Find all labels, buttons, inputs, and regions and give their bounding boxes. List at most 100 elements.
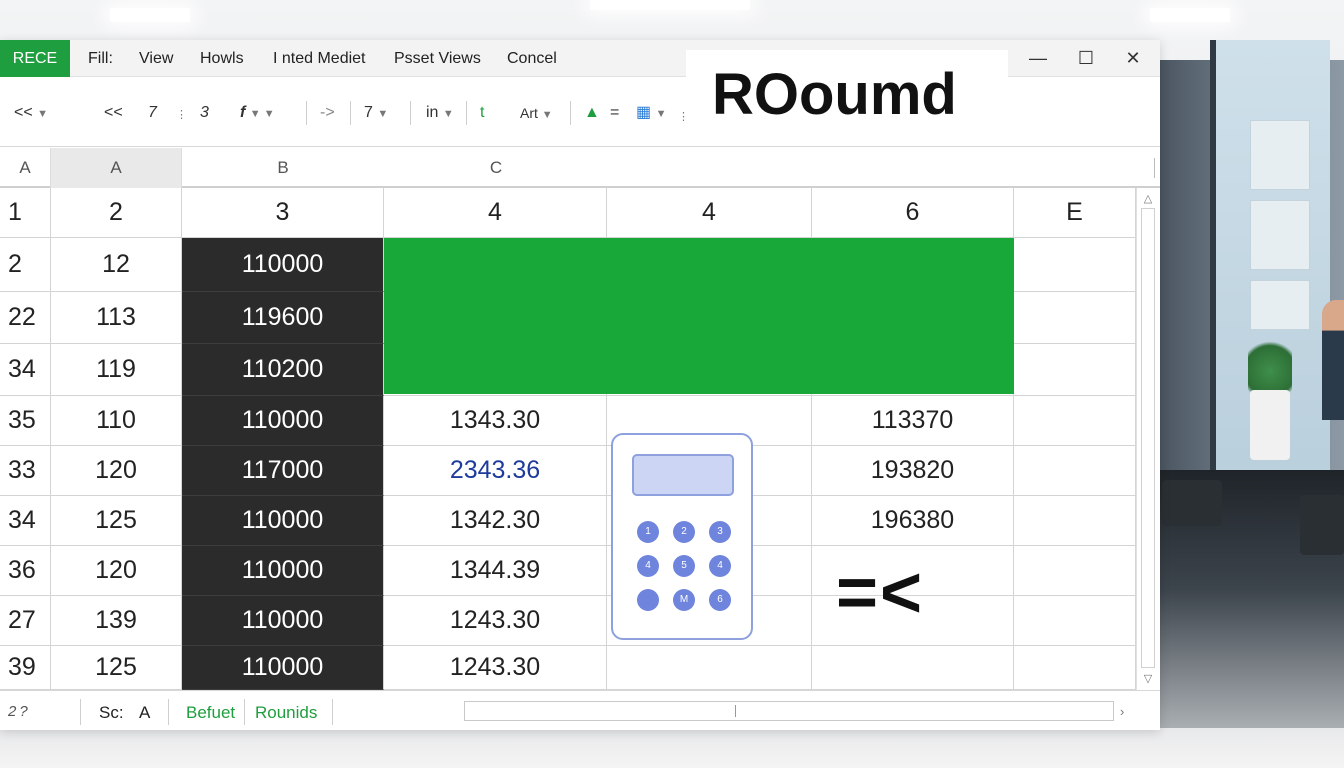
back-icon[interactable]: << ▼ (14, 103, 48, 124)
table-cell[interactable] (1014, 238, 1136, 292)
chart-icon[interactable]: ▦ ▼ (636, 103, 666, 124)
table-cell[interactable]: 119600 (182, 292, 384, 344)
table-cell[interactable]: 12 (51, 238, 182, 292)
table-cell[interactable]: 110000 (182, 596, 384, 646)
table-cell[interactable] (1014, 446, 1136, 496)
arrow-right-icon[interactable]: -> (320, 103, 335, 123)
table-cell[interactable]: 110000 (182, 546, 384, 596)
table-cell[interactable] (607, 646, 812, 690)
scroll-down-icon[interactable]: ▽ (1137, 672, 1159, 685)
table-cell[interactable]: 110000 (182, 396, 384, 446)
header-cell[interactable]: 1 (0, 188, 51, 238)
header-cell[interactable]: 3 (182, 188, 384, 238)
table-cell[interactable]: 1243.30 (384, 646, 607, 690)
insert-dropdown[interactable]: in ▼ (426, 103, 454, 124)
scroll-right-icon[interactable]: › (1120, 704, 1124, 719)
flask-icon[interactable]: ▲ (584, 103, 600, 123)
tab-sc[interactable]: Sc: (99, 703, 124, 723)
column-header[interactable]: A (0, 148, 51, 188)
maximize-icon[interactable]: ☐ (1074, 46, 1098, 70)
ceiling-light (110, 8, 190, 22)
table-cell[interactable]: 2343.36 (384, 446, 607, 496)
header-cell[interactable]: 6 (812, 188, 1014, 238)
ceiling-light (1150, 8, 1230, 22)
row-header[interactable]: 27 (0, 596, 51, 646)
table-cell[interactable]: 125 (51, 646, 182, 690)
scroll-track[interactable] (1141, 208, 1155, 668)
close-icon[interactable]: ✕ (1121, 46, 1145, 70)
table-cell[interactable]: 139 (51, 596, 182, 646)
function-icon[interactable]: f ▼ ▼ (240, 103, 275, 124)
row-header[interactable]: 34 (0, 496, 51, 546)
scroll-up-icon[interactable]: △ (1137, 192, 1159, 205)
column-header[interactable]: B (182, 148, 384, 188)
header-cell[interactable]: 4 (384, 188, 607, 238)
tab-separator (244, 699, 245, 725)
art-dropdown[interactable]: Art ▼ (520, 103, 553, 125)
table-cell[interactable] (1014, 292, 1136, 344)
table-cell[interactable] (1014, 646, 1136, 690)
header-cell[interactable]: E (1014, 188, 1136, 238)
table-cell[interactable] (1014, 396, 1136, 446)
table-cell[interactable]: 113 (51, 292, 182, 344)
table-cell[interactable]: 110 (51, 396, 182, 446)
table-cell[interactable]: 1343.30 (384, 396, 607, 446)
column-header[interactable]: C (384, 148, 608, 188)
align-icon[interactable]: = (610, 103, 619, 123)
table-cell[interactable]: 1243.30 (384, 596, 607, 646)
highlighted-range[interactable] (384, 238, 1014, 394)
menu-item-howls[interactable]: Howls (200, 50, 244, 68)
minimize-icon[interactable]: — (1026, 46, 1050, 70)
horizontal-scrollbar[interactable] (464, 701, 1114, 721)
table-cell[interactable]: 193820 (812, 446, 1014, 496)
table-cell[interactable]: 119 (51, 344, 182, 396)
menu-item-view[interactable]: View (139, 50, 173, 68)
menu-item-concel[interactable]: Concel (507, 50, 557, 68)
tab-a[interactable]: A (139, 703, 150, 723)
row-header[interactable]: 33 (0, 446, 51, 496)
column-header[interactable]: A (51, 148, 182, 188)
row-header[interactable]: 39 (0, 646, 51, 690)
header-cell[interactable]: 2 (51, 188, 182, 238)
diagonal-arrow-icon[interactable]: 7 ▼ (364, 103, 388, 124)
header-cell[interactable]: 4 (607, 188, 812, 238)
table-cell[interactable]: 117000 (182, 446, 384, 496)
italic-icon[interactable]: 7 (148, 103, 157, 123)
row-header[interactable]: 36 (0, 546, 51, 596)
toolbar-separator (306, 101, 307, 125)
vertical-scrollbar[interactable]: △ ▽ (1136, 188, 1158, 690)
row-header[interactable]: 35 (0, 396, 51, 446)
table-cell[interactable]: 125 (51, 496, 182, 546)
table-cell[interactable]: 196380 (812, 496, 1014, 546)
scroll-thumb[interactable] (735, 705, 736, 717)
app-badge[interactable]: RECE (0, 40, 70, 77)
table-cell[interactable]: 110000 (182, 646, 384, 690)
text-color-icon[interactable]: t (480, 103, 484, 123)
sheet-nav-label[interactable]: 2 ? (8, 703, 28, 720)
column-resize-handle[interactable] (1154, 158, 1155, 178)
table-cell[interactable]: 120 (51, 546, 182, 596)
row-header[interactable]: 2 (0, 238, 51, 292)
undo-icon[interactable]: << (104, 103, 123, 123)
table-cell[interactable] (812, 646, 1014, 690)
table-header-row: 123446E (0, 188, 1136, 238)
table-cell[interactable] (1014, 344, 1136, 396)
table-cell[interactable]: 110000 (182, 238, 384, 292)
table-cell[interactable] (1014, 496, 1136, 546)
tab-rounids[interactable]: Rounids (255, 703, 317, 723)
table-cell[interactable] (1014, 546, 1136, 596)
table-cell[interactable]: 110200 (182, 344, 384, 396)
table-cell[interactable]: 120 (51, 446, 182, 496)
table-cell[interactable]: 1344.39 (384, 546, 607, 596)
row-header[interactable]: 34 (0, 344, 51, 396)
table-cell[interactable] (1014, 596, 1136, 646)
table-cell[interactable]: 1342.30 (384, 496, 607, 546)
menu-item-fill[interactable]: Fill: (88, 50, 113, 68)
format-icon[interactable]: 3 (200, 103, 209, 123)
table-cell[interactable]: 113370 (812, 396, 1014, 446)
table-cell[interactable]: 110000 (182, 496, 384, 546)
tab-befuet[interactable]: Befuet (186, 703, 235, 723)
row-header[interactable]: 22 (0, 292, 51, 344)
menu-item-inted-mediet[interactable]: I nted Mediet (273, 50, 366, 68)
menu-item-psset-views[interactable]: Psset Views (394, 50, 481, 68)
